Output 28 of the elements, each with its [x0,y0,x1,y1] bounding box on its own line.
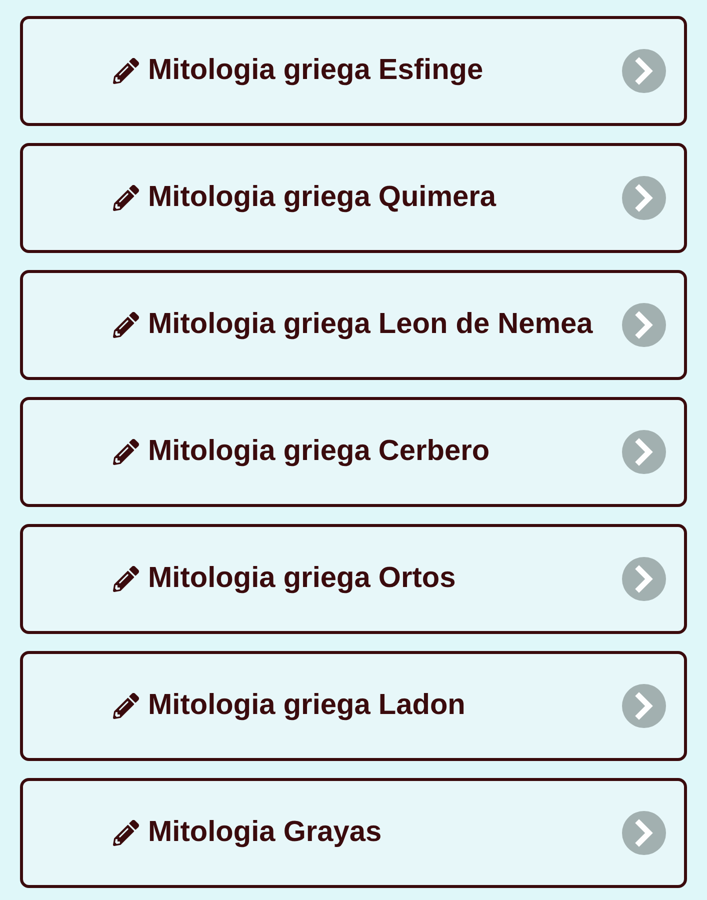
list-item-button[interactable]: Mitologia griega Leon de Nemea [20,270,687,380]
pencil-icon [113,566,139,592]
item-label: Mitologia griega Leon de Nemea [148,307,593,342]
item-label: Mitologia griega Cerbero [148,434,490,470]
pencil-icon [113,439,139,465]
item-label: Mitologia Grayas [148,815,382,850]
chevron-right-icon [622,811,666,855]
pencil-icon [113,820,139,846]
item-label: Mitologia griega Esfinge [148,53,484,88]
item-label: Mitologia griega Quimera [148,180,496,216]
pencil-icon [113,58,139,84]
pencil-icon [113,693,139,719]
chevron-right-icon [622,49,666,93]
item-label: Mitologia griega Ladon [148,688,466,724]
chevron-right-icon [622,176,666,220]
list-item-button[interactable]: Mitologia Grayas [20,778,687,888]
list-item-button[interactable]: Mitologia griega Ladon [20,651,687,761]
chevron-right-icon [622,557,666,601]
chevron-right-icon [622,430,666,474]
list-item-button[interactable]: Mitologia griega Ortos [20,524,687,634]
pencil-icon [113,185,139,211]
item-label: Mitologia griega Ortos [148,561,456,596]
chevron-right-icon [622,303,666,347]
list-item-button[interactable]: Mitologia griega Cerbero [20,397,687,507]
list-item-button[interactable]: Mitologia griega Quimera [20,143,687,253]
list-item-button[interactable]: Mitologia griega Esfinge [20,16,687,126]
chevron-right-icon [622,684,666,728]
pencil-icon [113,312,139,338]
